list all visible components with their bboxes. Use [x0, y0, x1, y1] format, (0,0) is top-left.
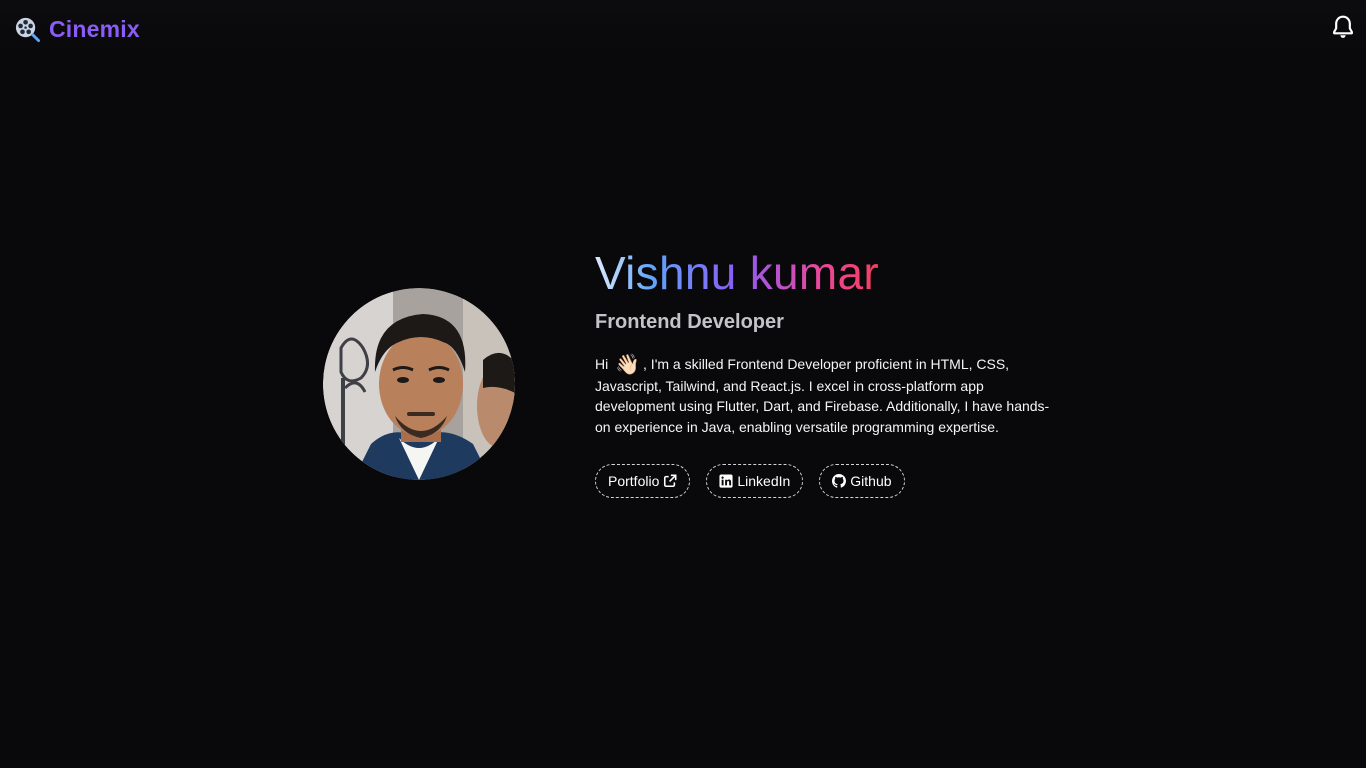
profile-name: Vishnu kumar	[595, 247, 880, 299]
profile-avatar	[323, 288, 515, 480]
github-label: Github	[850, 473, 892, 489]
film-reel-search-icon	[15, 17, 41, 42]
linkedin-label: LinkedIn	[737, 473, 791, 489]
profile-bio: Hi 👋🏻, I'm a skilled Frontend Developer …	[595, 354, 1055, 437]
profile-section: Vishnu kumar Frontend Developer Hi 👋🏻, I…	[595, 246, 1065, 498]
github-icon	[832, 474, 847, 488]
social-links: Portfolio LinkedIn Github	[595, 464, 1065, 498]
portfolio-button[interactable]: Portfolio	[595, 464, 691, 498]
top-navbar: Cinemix	[0, 0, 1366, 56]
bio-greeting: Hi	[595, 356, 609, 372]
github-button[interactable]: Github	[819, 464, 905, 498]
waving-hand-icon: 👋🏻	[615, 354, 641, 376]
linkedin-icon	[719, 474, 733, 488]
profile-role: Frontend Developer	[595, 311, 784, 333]
brand-name: Cinemix	[49, 15, 140, 42]
bio-text: , I'm a skilled Frontend Developer profi…	[595, 356, 1050, 435]
bell-icon[interactable]	[1330, 14, 1356, 40]
brand-link[interactable]: Cinemix	[14, 14, 140, 44]
portfolio-label: Portfolio	[608, 473, 660, 489]
external-link-icon	[664, 474, 677, 488]
linkedin-button[interactable]: LinkedIn	[706, 464, 804, 498]
